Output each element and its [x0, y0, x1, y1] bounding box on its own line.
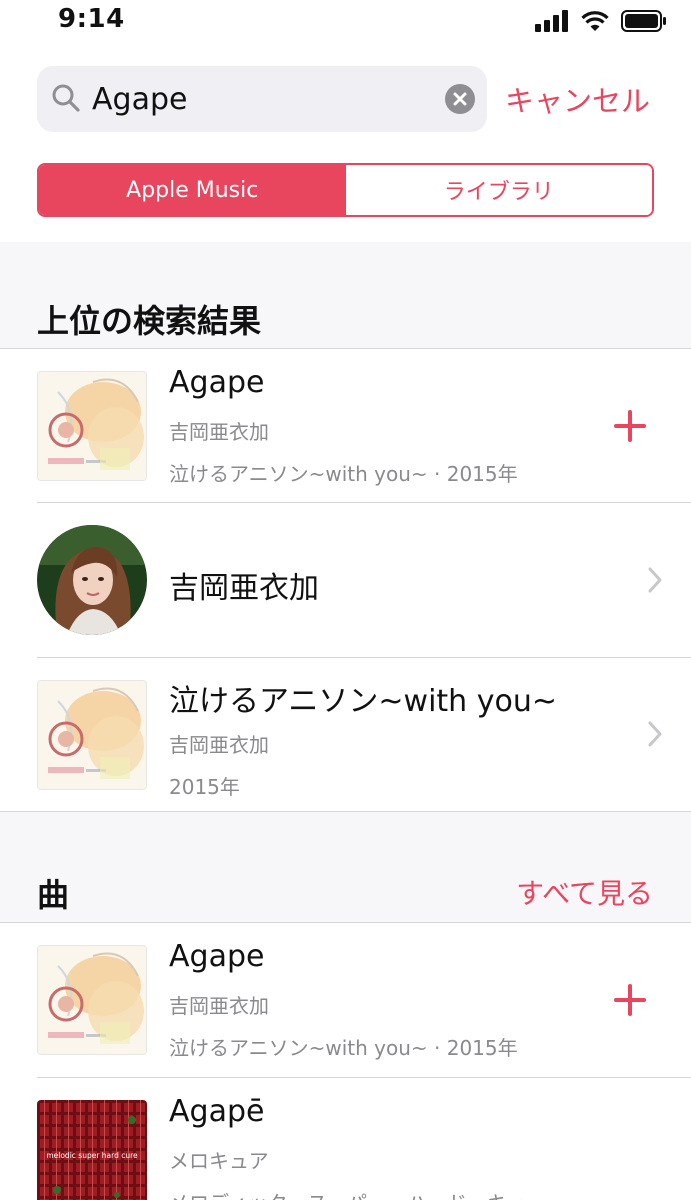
- song-artist: 吉岡亜衣加: [169, 994, 269, 1018]
- chevron-right-icon: [648, 721, 662, 747]
- status-bar: 9:14: [0, 0, 691, 44]
- top-results-heading: 上位の検索結果: [37, 302, 262, 340]
- album-artwork: [37, 945, 147, 1055]
- artist-name: 吉岡亜衣加: [169, 571, 319, 606]
- search-bar[interactable]: [37, 66, 487, 132]
- album-art-text: melodic super hard cure: [46, 1151, 138, 1160]
- song-row[interactable]: melodic super hard cure Agapē メロキュア メロディ…: [0, 1078, 691, 1200]
- album-artwork: [37, 371, 147, 481]
- chevron-right-icon: [648, 567, 662, 593]
- album-year: 2015年: [169, 775, 240, 799]
- song-title: Agape: [169, 365, 265, 400]
- song-title: Agapē: [169, 1094, 265, 1129]
- song-artist: メロキュア: [169, 1149, 269, 1173]
- top-result-song-row[interactable]: Agape 吉岡亜衣加 泣けるアニソン~with you~ · 2015年: [0, 349, 691, 502]
- clear-icon: [453, 92, 467, 106]
- search-input[interactable]: [92, 76, 422, 122]
- album-title: 泣けるアニソン~with you~: [169, 684, 557, 719]
- artist-avatar: [37, 525, 147, 635]
- album-artwork: [37, 680, 147, 790]
- song-album-year: 泣けるアニソン~with you~ · 2015年: [169, 462, 518, 486]
- segment-library[interactable]: ライブラリ: [345, 165, 652, 215]
- battery-icon: [621, 10, 666, 32]
- song-title: Agape: [169, 939, 265, 974]
- segment-apple-music[interactable]: Apple Music: [39, 165, 346, 215]
- top-result-artist-row[interactable]: 吉岡亜衣加: [0, 503, 691, 657]
- album-artwork: melodic super hard cure: [37, 1100, 147, 1200]
- plus-icon[interactable]: [613, 409, 647, 443]
- album-artist: 吉岡亜衣加: [169, 733, 269, 757]
- wifi-icon: [581, 11, 609, 31]
- song-row[interactable]: Agape 吉岡亜衣加 泣けるアニソン~with you~ · 2015年: [0, 923, 691, 1077]
- top-result-album-row[interactable]: 泣けるアニソン~with you~ 吉岡亜衣加 2015年: [0, 658, 691, 811]
- song-album-year: メロディック・スーパー・ハード・キュ…: [169, 1187, 547, 1200]
- signal-icon: [535, 10, 568, 32]
- song-album-year: 泣けるアニソン~with you~ · 2015年: [169, 1036, 518, 1060]
- plus-icon[interactable]: [613, 983, 647, 1017]
- search-icon: [52, 84, 80, 112]
- status-icons: [535, 10, 667, 32]
- cancel-button[interactable]: キャンセル: [505, 78, 650, 120]
- source-segmented-control: Apple Music ライブラリ: [37, 163, 654, 217]
- status-time: 9:14: [58, 4, 125, 34]
- see-all-button[interactable]: すべて見る: [516, 872, 653, 912]
- songs-heading: 曲: [37, 876, 70, 914]
- song-artist: 吉岡亜衣加: [169, 420, 269, 444]
- clear-search-button[interactable]: [445, 84, 475, 114]
